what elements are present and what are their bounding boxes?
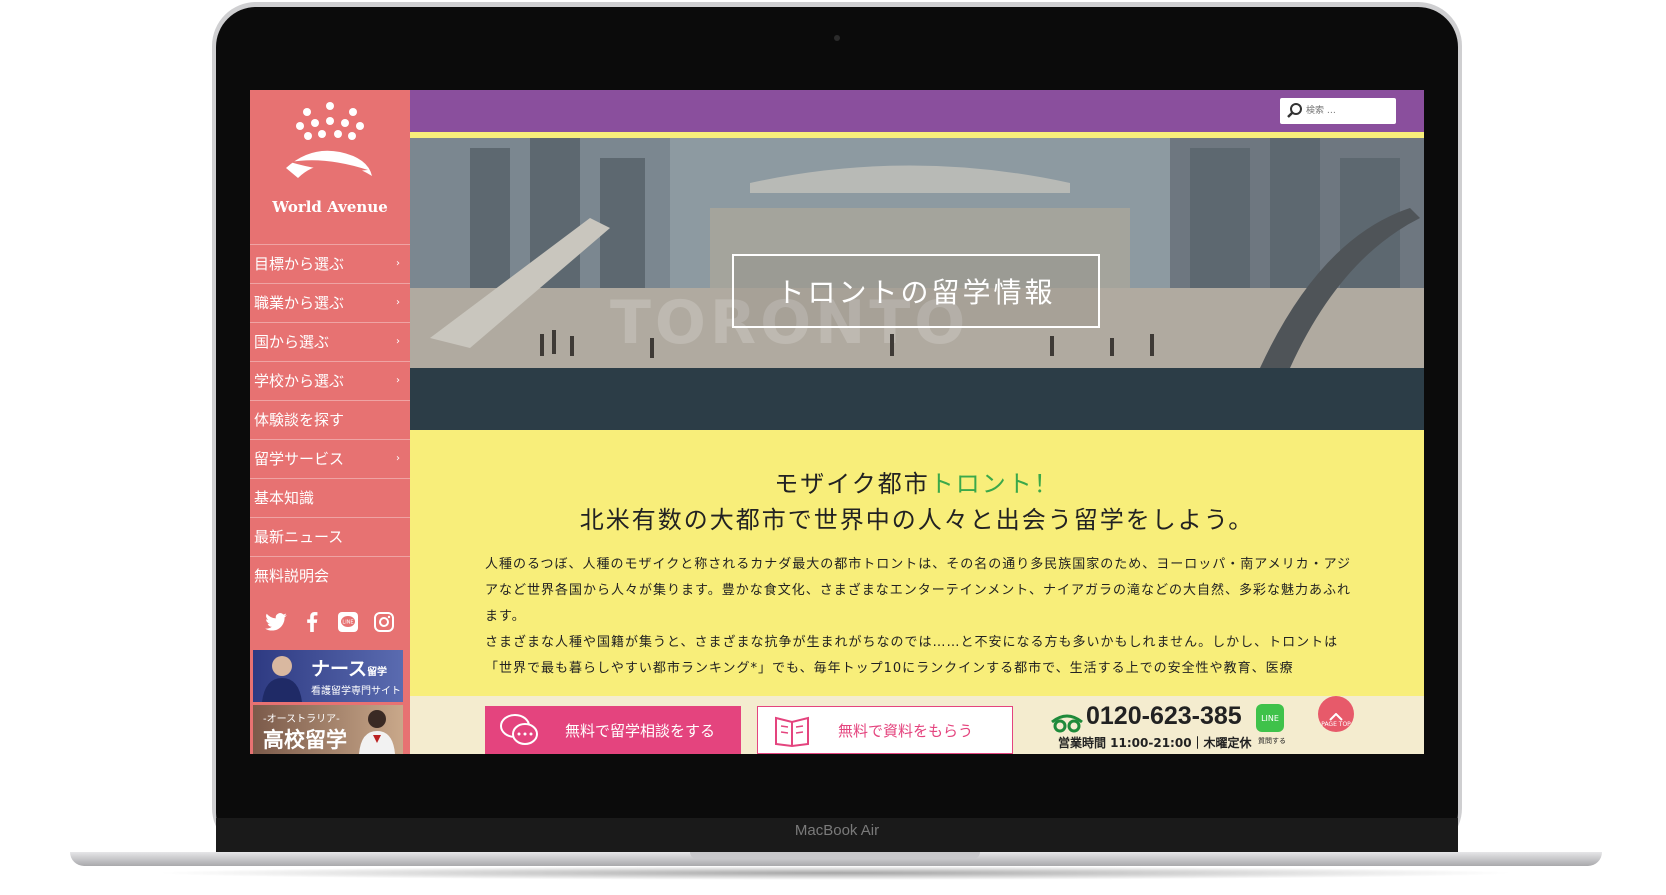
sidebar-item-country[interactable]: 国から選ぶ ›	[250, 322, 410, 361]
chevron-right-icon: ›	[396, 336, 400, 347]
facebook-icon[interactable]	[300, 610, 324, 634]
sidebar-item-seminar[interactable]: 無料説明会	[250, 556, 410, 595]
headline-line2: 北米有数の大都市で世界中の人々と出会う留学をしよう。	[579, 506, 1255, 534]
search-box[interactable]	[1280, 98, 1396, 124]
sidebar-item-label: 国から選ぶ	[254, 333, 330, 351]
sidebar-item-label: 学校から選ぶ	[254, 372, 345, 390]
search-input[interactable]	[1304, 105, 1388, 117]
banner-subtitle: -オーストラリア-	[263, 714, 340, 725]
sidebar-nav: 目標から選ぶ › 職業から選ぶ › 国から選ぶ › 学校から選ぶ › 体験談を探す 留学…	[250, 244, 410, 595]
line-caption: 質問する	[1258, 737, 1286, 745]
website-screen: World Avenue 目標から選ぶ › 職業から選ぶ › 国から選ぶ › 学校から…	[250, 90, 1424, 754]
business-hours: 営業時間 11:00-21:00｜木曜定休	[1058, 736, 1252, 750]
chevron-right-icon: ›	[396, 375, 400, 386]
page-headline: モザイク都市トロント！ 北米有数の大都市で世界中の人々と出会う留学をしよう。	[410, 466, 1424, 538]
paragraph: さまざまな人種や国籍が集うと、さまざまな抗争が生まれがちなのでは……と不安になる…	[485, 635, 1339, 676]
logo-text: World Avenue	[272, 198, 388, 216]
social-links: LINE	[250, 610, 410, 646]
banner-title: 高校留学	[263, 727, 347, 752]
sidebar-item-label: 体験談を探す	[254, 411, 345, 429]
free-dial-icon	[1051, 714, 1083, 733]
sidebar-item-occupation[interactable]: 職業から選ぶ ›	[250, 283, 410, 322]
banner-subtitle: 看護留学専門サイト	[311, 686, 401, 697]
nurse-photo-icon	[262, 656, 302, 702]
phone-number[interactable]: 0120-623-385	[1086, 702, 1242, 731]
headline-accent: トロント！	[929, 470, 1060, 498]
webcam	[834, 35, 840, 41]
book-icon	[775, 716, 809, 748]
sidebar-item-label: 基本知識	[254, 489, 315, 507]
sidebar-item-services[interactable]: 留学サービス ›	[250, 439, 410, 478]
sidebar-item-experiences[interactable]: 体験談を探す	[250, 400, 410, 439]
chevron-up-icon	[1329, 713, 1343, 721]
site-logo[interactable]: World Avenue	[250, 90, 410, 240]
sidebar-item-news[interactable]: 最新ニュース	[250, 517, 410, 556]
laptop-notch	[690, 852, 980, 859]
highschool-study-banner[interactable]: -オーストラリア- 高校留学	[253, 705, 403, 754]
sidebar-item-label: 留学サービス	[254, 450, 345, 468]
banner-title: ナース留学	[311, 658, 388, 680]
sidebar-item-label: 職業から選ぶ	[254, 294, 345, 312]
page-top-label: PAGE TOP	[1321, 721, 1351, 728]
main-content: TORONTO トロントの留学情報 モザイク都市トロント！ 北米有数の大都市で世…	[410, 90, 1424, 754]
twitter-icon[interactable]	[264, 610, 288, 634]
student-photo-icon	[359, 710, 395, 754]
free-consultation-button[interactable]: 無料で留学相談をする	[485, 706, 741, 754]
hero-image: TORONTO トロントの留学情報	[410, 138, 1424, 430]
sidebar-item-label: 目標から選ぶ	[254, 255, 345, 273]
line-icon[interactable]: LINE	[1256, 704, 1284, 732]
chat-bubbles-icon	[500, 714, 538, 745]
button-label: 無料で留学相談をする	[565, 721, 716, 740]
intro-text: 人種のるつぼ、人種のモザイクと称されるカナダ最大の都市トロントは、その名の通り多…	[485, 552, 1353, 682]
paragraph: 人種のるつぼ、人種のモザイクと称されるカナダ最大の都市トロントは、その名の通り多…	[485, 557, 1352, 624]
sidebar-item-goal[interactable]: 目標から選ぶ ›	[250, 244, 410, 283]
page-top-button[interactable]: PAGE TOP	[1318, 696, 1354, 732]
sidebar-item-label: 無料説明会	[254, 567, 330, 585]
sidebar: World Avenue 目標から選ぶ › 職業から選ぶ › 国から選ぶ › 学校から…	[250, 90, 410, 754]
sidebar-item-label: 最新ニュース	[254, 528, 344, 546]
free-brochure-button[interactable]: 無料で資料をもらう	[757, 706, 1013, 754]
crown-logo-icon	[286, 102, 372, 178]
chevron-right-icon: ›	[396, 258, 400, 269]
line-icon[interactable]: LINE	[336, 610, 360, 634]
cta-bar: 無料で留学相談をする 無料で資料をもらう 0120-623-385 営業時間 1…	[410, 696, 1424, 754]
sidebar-item-basics[interactable]: 基本知識	[250, 478, 410, 517]
chevron-right-icon: ›	[396, 453, 400, 464]
search-icon[interactable]	[1286, 102, 1304, 120]
device-brand-label: MacBook Air	[794, 822, 880, 839]
svg-text:LINE: LINE	[342, 620, 353, 626]
chevron-right-icon: ›	[396, 297, 400, 308]
sidebar-item-school[interactable]: 学校から選ぶ ›	[250, 361, 410, 400]
instagram-icon[interactable]	[372, 610, 396, 634]
hero-title: トロントの留学情報	[732, 254, 1100, 328]
top-bar	[410, 90, 1424, 132]
laptop-shadow	[150, 866, 1520, 880]
nurse-study-banner[interactable]: ナース留学 看護留学専門サイト	[253, 650, 403, 702]
button-label: 無料で資料をもらう	[838, 721, 974, 740]
headline-line1: モザイク都市トロント！	[774, 470, 1060, 498]
